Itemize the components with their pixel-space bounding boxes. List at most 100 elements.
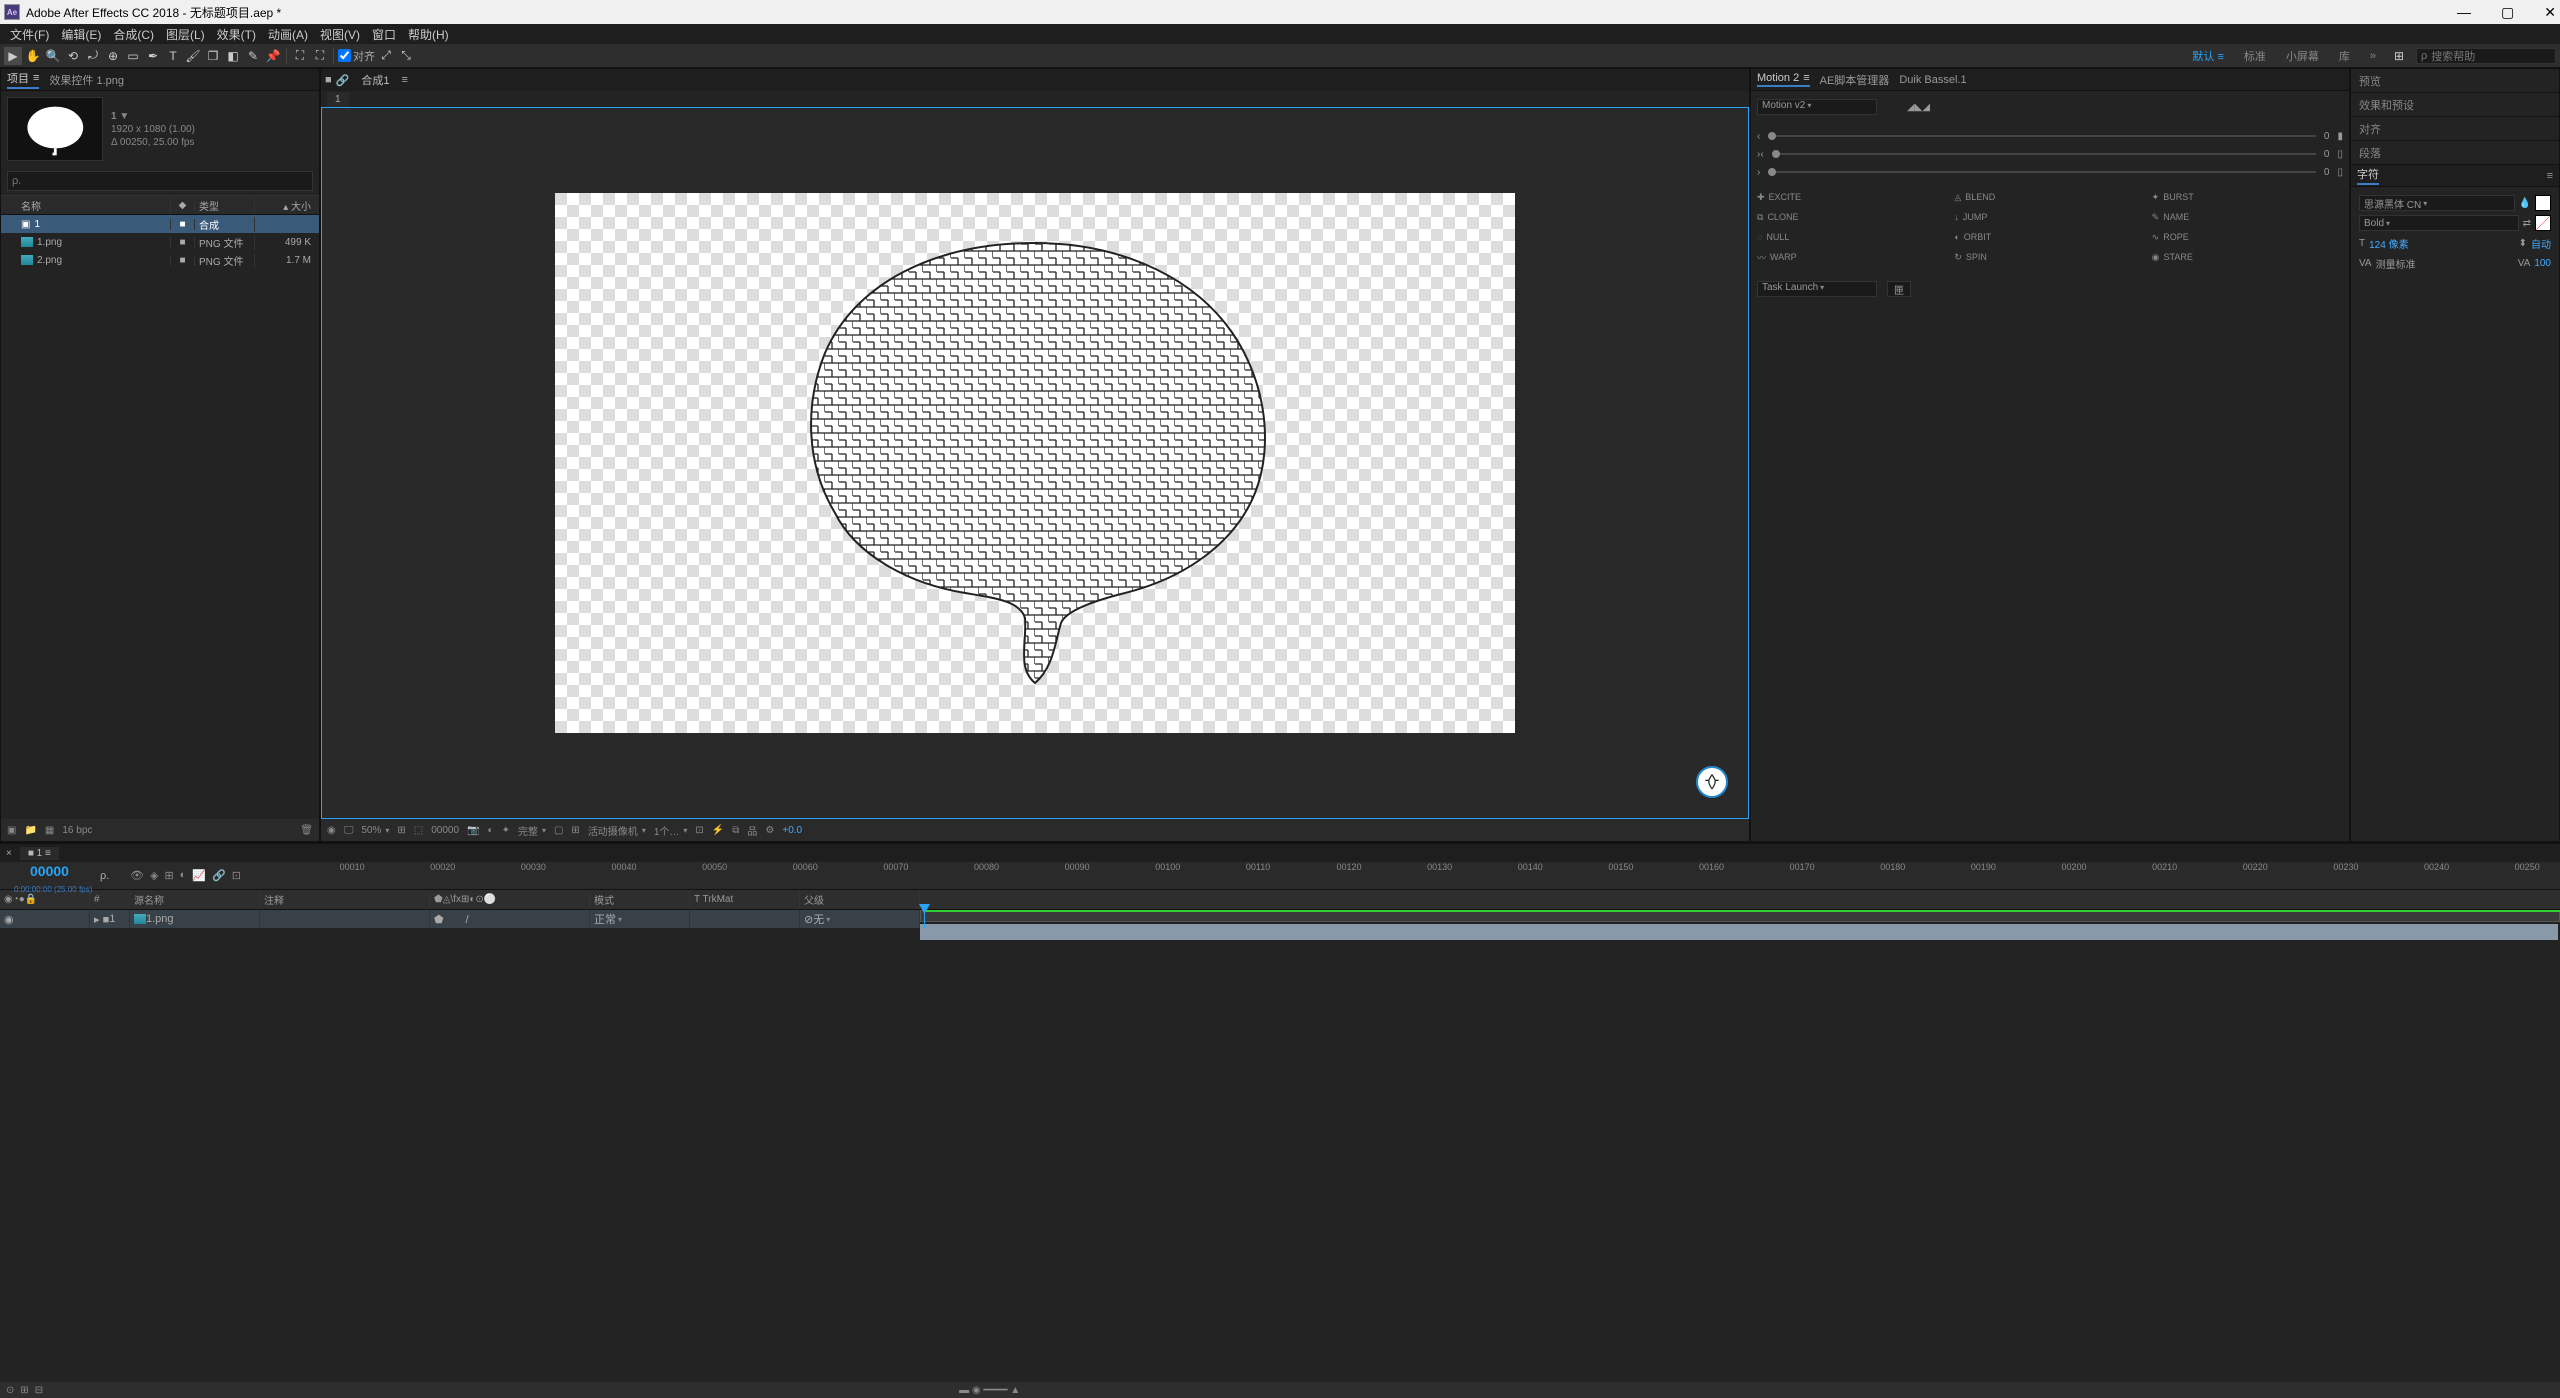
menu-layer[interactable]: 图层(L) xyxy=(162,26,209,43)
ease-both-slider[interactable] xyxy=(1772,153,2316,155)
task-launch-button[interactable]: 匣 xyxy=(1887,281,1911,297)
motion-version-dropdown[interactable]: Motion v2 xyxy=(1757,99,1877,115)
project-tab[interactable]: 项目 ≡ xyxy=(7,70,39,89)
roi-icon[interactable]: ▢ xyxy=(554,825,563,836)
tl-col-switches[interactable]: ⬟◬\fx⊞◐⊙⚪ xyxy=(430,890,590,909)
workspace-small[interactable]: 小屏幕 xyxy=(2280,48,2325,64)
bpc-toggle[interactable]: 16 bpc xyxy=(62,825,92,836)
new-comp-icon[interactable]: ▦ xyxy=(45,825,54,836)
menu-window[interactable]: 窗口 xyxy=(368,26,400,43)
current-time-display[interactable]: 00000 xyxy=(0,863,100,879)
ease-out-icon[interactable]: › xyxy=(1757,167,1760,178)
hand-tool[interactable]: ✋ xyxy=(24,47,42,65)
snap-checkbox[interactable] xyxy=(338,49,351,62)
menu-help[interactable]: 帮助(H) xyxy=(404,26,453,43)
motion-btn-name[interactable]: ✎NAME xyxy=(2152,209,2343,225)
leading-value[interactable]: 自动 xyxy=(2531,236,2551,251)
pen-tool[interactable]: ✒ xyxy=(144,47,162,65)
tl-col-parent[interactable]: 父级 xyxy=(800,890,920,909)
tl-col-name[interactable]: 源名称 xyxy=(130,890,260,909)
comp-lock-icon[interactable]: ■ xyxy=(325,74,332,86)
font-style-dropdown[interactable]: Bold xyxy=(2359,215,2519,231)
rect-tool[interactable]: ▭ xyxy=(124,47,142,65)
character-panel-tab[interactable]: 字符 xyxy=(2357,166,2379,185)
views-dropdown[interactable]: 1个… xyxy=(654,823,688,838)
fast-preview-icon[interactable]: ⚡ xyxy=(712,825,724,836)
menu-composition[interactable]: 合成(C) xyxy=(109,26,158,43)
world-axis-icon[interactable]: ⛶ xyxy=(311,47,329,65)
snap-edge-icon[interactable]: ⤢ xyxy=(377,47,395,65)
timeline-comp-tab[interactable]: ■ 1 ≡ xyxy=(20,847,59,860)
effects-presets-header[interactable]: 效果和预设 xyxy=(2351,93,2559,117)
fill-color-swatch[interactable] xyxy=(2535,195,2551,211)
motion-btn-stare[interactable]: ◉STARE xyxy=(2152,249,2343,265)
comp-tab[interactable]: 合成1 xyxy=(353,70,397,90)
anchor-tool[interactable]: ⊕ xyxy=(104,47,122,65)
flowchart-icon[interactable]: 品 xyxy=(747,823,757,838)
menu-edit[interactable]: 编辑(E) xyxy=(57,26,105,43)
snap-collapse-icon[interactable]: ⤡ xyxy=(397,47,415,65)
tl-motionblur-icon[interactable]: ◐ xyxy=(180,869,187,882)
roto-tool[interactable]: ✎ xyxy=(244,47,262,65)
col-tag-header[interactable]: ◆ xyxy=(171,200,195,211)
minimize-button[interactable]: — xyxy=(2457,4,2471,21)
layer-parent-dropdown[interactable]: ⊘ 无 xyxy=(800,910,920,928)
delete-icon[interactable]: 🗑 xyxy=(300,825,313,836)
channel-icon[interactable]: ⬚ xyxy=(414,825,423,836)
comp-link-icon[interactable]: 🔗 xyxy=(336,74,350,87)
resolution-dropdown[interactable]: 完整 xyxy=(518,823,546,838)
project-search[interactable]: ρ. xyxy=(7,171,313,191)
effect-controls-tab[interactable]: 效果控件 1.png xyxy=(49,72,124,88)
camera-dropdown[interactable]: 活动摄像机 xyxy=(588,823,646,838)
new-folder-icon[interactable]: 📁 xyxy=(24,825,36,836)
tl-brainstorm-icon[interactable]: 🔗 xyxy=(212,869,226,882)
resolution-icon[interactable]: ⊞ xyxy=(397,825,405,836)
ease-out-slider[interactable] xyxy=(1768,171,2316,173)
tl-draft3d-icon[interactable]: ◈ xyxy=(150,869,158,882)
show-channel-icon[interactable]: ◐ xyxy=(488,825,494,836)
zoom-tool[interactable]: 🔍 xyxy=(44,47,62,65)
font-family-dropdown[interactable]: 思源黑体 CN xyxy=(2359,195,2515,211)
tl-close-icon[interactable]: × xyxy=(6,848,12,859)
task-launch-dropdown[interactable]: Task Launch xyxy=(1757,281,1877,297)
project-item-png1[interactable]: 1.png ■PNG 文件499 K xyxy=(1,233,319,251)
brush-tool[interactable]: 🖌 xyxy=(184,47,202,65)
preview-panel-header[interactable]: 预览 xyxy=(2351,69,2559,93)
reset-exposure-icon[interactable]: ⚙ xyxy=(765,825,774,836)
workspace-default[interactable]: 默认 ≡ xyxy=(2186,48,2229,64)
snapshot-icon[interactable]: 📷 xyxy=(467,825,479,836)
tl-col-mode[interactable]: 模式 xyxy=(590,890,690,909)
clone-tool[interactable]: ❐ xyxy=(204,47,222,65)
script-manager-tab[interactable]: AE脚本管理器 xyxy=(1820,72,1890,88)
layer-duration-bar[interactable] xyxy=(920,924,2558,940)
motion-btn-orbit[interactable]: ◐ORBIT xyxy=(1954,229,2145,245)
project-item-comp[interactable]: ▣1 ■合成 xyxy=(1,215,319,233)
puppet-tool[interactable]: 📌 xyxy=(264,47,282,65)
col-name-header[interactable]: 名称 xyxy=(5,198,171,213)
toggle-pixel-icon[interactable]: ⊡ xyxy=(695,825,703,836)
motion-btn-spin[interactable]: ↻SPIN xyxy=(1954,249,2145,265)
playhead[interactable] xyxy=(924,910,925,928)
timeline-icon[interactable]: ⧉ xyxy=(732,825,739,836)
tl-frameblend-icon[interactable]: ⊞ xyxy=(164,869,173,882)
tl-col-comment[interactable]: 注释 xyxy=(260,890,430,909)
selection-tool[interactable]: ▶ xyxy=(4,47,22,65)
motion-btn-null[interactable]: ◌NULL xyxy=(1757,229,1948,245)
paragraph-panel-header[interactable]: 段落 xyxy=(2351,141,2559,165)
comp-nav-layer[interactable]: 1 xyxy=(327,92,349,107)
timeline-track-area[interactable] xyxy=(920,910,2560,928)
tl-shy-icon[interactable]: 👁 xyxy=(130,869,144,882)
timeline-layer-row[interactable]: ◉ ▸ ■ 1 1.png ⬟ / 正常 ⊘ 无 xyxy=(0,910,920,928)
timeline-search[interactable]: ρ. xyxy=(100,870,130,882)
motion-btn-excite[interactable]: ✚EXCITE xyxy=(1757,189,1948,205)
col-type-header[interactable]: 类型 xyxy=(195,198,255,213)
menu-effect[interactable]: 效果(T) xyxy=(213,26,260,43)
font-size-value[interactable]: 124 像素 xyxy=(2369,236,2408,251)
tracking-value[interactable]: 100 xyxy=(2534,258,2551,269)
workspace-edit-icon[interactable]: ⊞ xyxy=(2390,47,2408,65)
toggle-modes-icon[interactable]: ⊞ xyxy=(20,1385,28,1396)
workspace-standard[interactable]: 标准 xyxy=(2238,48,2272,64)
motion-btn-warp[interactable]: 〰WARP xyxy=(1757,249,1948,265)
swap-colors-icon[interactable]: ⇄ xyxy=(2523,218,2531,229)
motion-btn-rope[interactable]: ∿ROPE xyxy=(2152,229,2343,245)
